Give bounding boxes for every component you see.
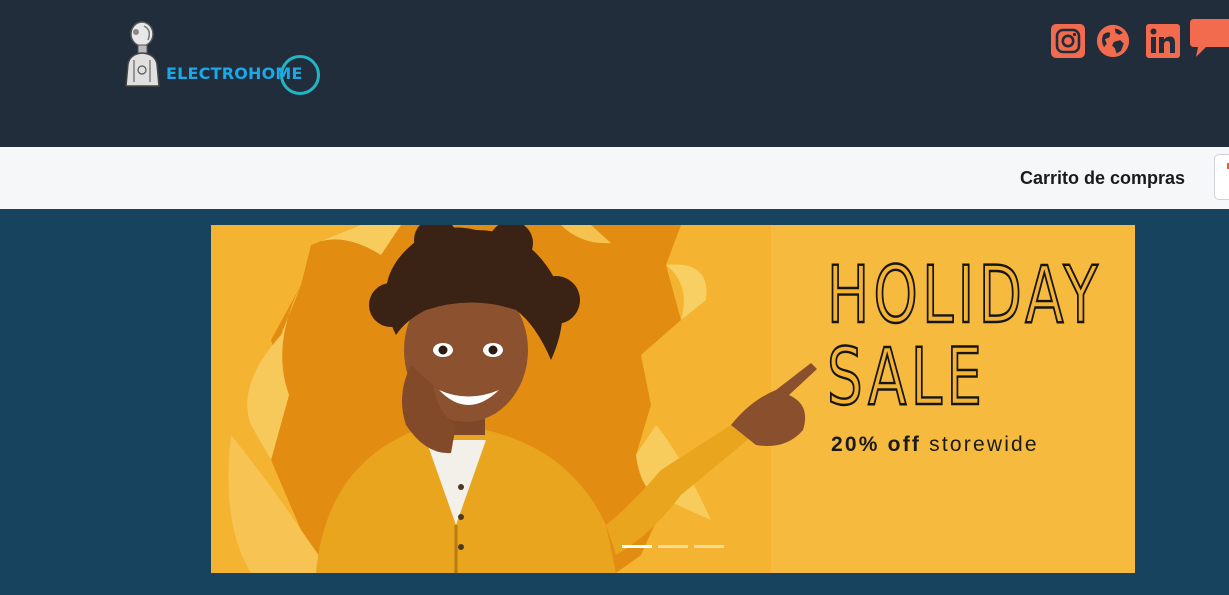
carousel-indicator-3[interactable] (694, 545, 724, 548)
headline-line-1: HOLIDAY (826, 251, 1103, 341)
logo-text: ELECTROHOME (166, 64, 303, 83)
linkedin-link[interactable] (1146, 24, 1180, 58)
navbar-toggler-button[interactable] (1214, 154, 1229, 200)
offer-scope: storewide (929, 433, 1039, 456)
site-header: ELECTROHOME (0, 0, 1229, 147)
instagram-link[interactable] (1051, 24, 1085, 58)
holiday-sale-headline: HOLIDAY SALE (826, 251, 1103, 423)
carousel-indicators (622, 545, 724, 548)
main-navbar: Carrito de compras (0, 147, 1229, 209)
robot-icon (125, 21, 160, 87)
offer-text: 20% off storewide (831, 433, 1039, 457)
globe-icon (1096, 24, 1130, 58)
instagram-icon (1051, 24, 1085, 58)
headline-line-2: SALE (826, 333, 987, 423)
hero-carousel: HOLIDAY SALE 20% off storewide (211, 225, 1135, 573)
offer-discount: 20% off (831, 433, 922, 456)
carousel-indicator-1[interactable] (622, 545, 652, 548)
electrohome-logo[interactable]: ELECTROHOME (122, 20, 332, 100)
linkedin-icon (1146, 24, 1180, 58)
cart-link[interactable]: Carrito de compras (1020, 168, 1185, 189)
chat-bubble-icon (1190, 19, 1229, 57)
chat-link[interactable] (1190, 19, 1229, 57)
website-link[interactable] (1096, 24, 1130, 58)
carousel-indicator-2[interactable] (658, 545, 688, 548)
